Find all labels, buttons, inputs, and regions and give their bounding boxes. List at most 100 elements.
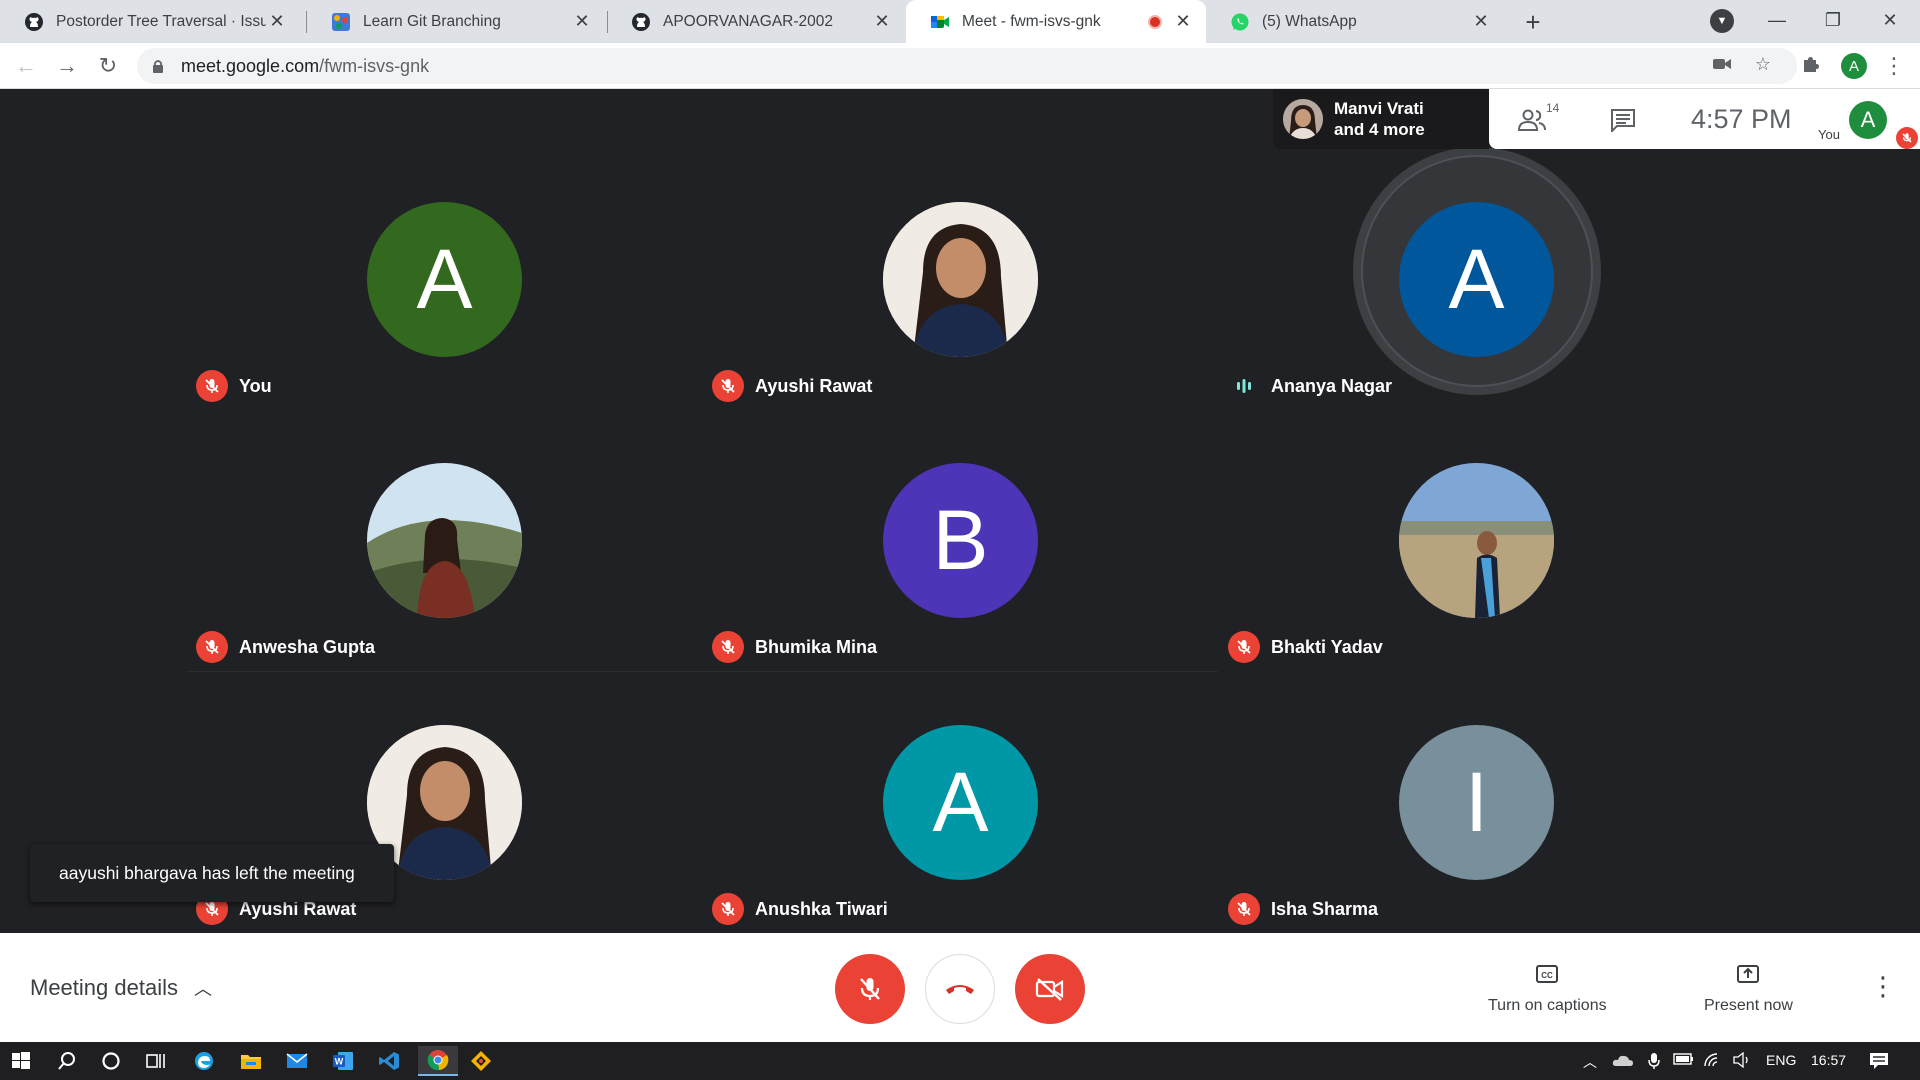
microphone-tray-icon[interactable] (1647, 1052, 1661, 1073)
wifi-icon[interactable] (1703, 1052, 1723, 1071)
meet-icon (930, 12, 950, 32)
chrome-icon[interactable] (418, 1046, 458, 1076)
tray-overflow-chevron-icon[interactable]: ︿ (1583, 1052, 1597, 1072)
participant-name: Ananya Nagar (1271, 375, 1393, 396)
minimize-icon[interactable]: — (1749, 0, 1805, 40)
tab-title: (5) WhatsApp (1262, 12, 1357, 30)
chevron-up-icon: ︿ (193, 979, 212, 999)
participant-photo (367, 463, 522, 618)
tab-title: Postorder Tree Traversal · Issue # (56, 12, 266, 30)
present-now-button[interactable]: Present now (1704, 961, 1793, 1015)
presenter-photo (1283, 99, 1323, 139)
git-kraken-icon[interactable] (465, 1046, 497, 1076)
people-icon[interactable] (1515, 103, 1549, 137)
close-icon[interactable]: ✕ (1172, 11, 1194, 33)
participant-tile[interactable]: I Isha Sharma (1218, 672, 1734, 933)
back-icon[interactable]: ← (10, 50, 42, 82)
microphone-toggle-button[interactable] (835, 954, 905, 1024)
self-avatar[interactable]: A (1849, 101, 1887, 139)
tab-title: Learn Git Branching (363, 12, 501, 30)
mic-off-icon (712, 893, 744, 925)
tab-search-icon[interactable]: ▼ (1710, 9, 1734, 33)
participant-name-row: Anwesha Gupta (196, 631, 375, 663)
github-icon (24, 12, 44, 32)
bookmark-star-icon[interactable]: ☆ (1750, 51, 1776, 77)
file-explorer-icon[interactable] (235, 1046, 267, 1076)
restore-icon[interactable]: ❐ (1805, 0, 1861, 40)
edge-icon[interactable] (188, 1046, 220, 1076)
volume-icon[interactable] (1732, 1051, 1752, 1071)
participant-tile[interactable]: Bhakti Yadav (1218, 410, 1734, 671)
url-domain: meet.google.com (181, 55, 320, 76)
tab-whatsapp[interactable]: (5) WhatsApp ✕ (1206, 0, 1504, 43)
extensions-puzzle-icon[interactable] (1798, 51, 1824, 77)
action-center-icon[interactable] (1869, 1052, 1889, 1073)
onedrive-icon[interactable] (1612, 1052, 1634, 1071)
reload-icon[interactable]: ↻ (92, 50, 124, 82)
word-icon[interactable]: W (327, 1046, 359, 1076)
close-icon[interactable]: ✕ (266, 11, 288, 33)
forward-icon[interactable]: → (51, 50, 83, 82)
meeting-notification-toast: aayushi bhargava has left the meeting (30, 844, 394, 902)
windows-start-icon[interactable] (5, 1046, 37, 1076)
battery-icon[interactable] (1673, 1052, 1695, 1069)
chat-icon[interactable] (1606, 103, 1640, 137)
close-icon[interactable]: ✕ (571, 11, 593, 33)
git-branching-icon (331, 12, 351, 32)
cortana-icon[interactable] (95, 1046, 127, 1076)
mic-off-icon (860, 978, 880, 1000)
tab-meet[interactable]: Meet - fwm-isvs-gnk ✕ (906, 0, 1206, 43)
mail-icon[interactable] (281, 1046, 313, 1076)
participant-tile[interactable]: A Anushka Tiwari (702, 672, 1218, 933)
input-language[interactable]: ENG (1766, 1052, 1796, 1068)
participant-name: Bhakti Yadav (1271, 636, 1383, 657)
tab-postorder-traversal[interactable]: Postorder Tree Traversal · Issue # ✕ (0, 0, 300, 43)
participant-avatar: B (883, 463, 1038, 618)
participant-tile[interactable]: B Bhumika Mina (702, 410, 1218, 671)
camera-in-use-icon[interactable] (1709, 51, 1735, 77)
participant-tile[interactable]: A You (186, 149, 702, 410)
captions-button[interactable]: CC Turn on captions (1488, 961, 1607, 1015)
close-icon[interactable]: ✕ (871, 11, 893, 33)
participant-grid: A You Ayushi Rawat A Ananya Nagar Anwesh… (186, 147, 1734, 933)
browser-tab-strip: Postorder Tree Traversal · Issue # ✕ Lea… (0, 0, 1920, 43)
meet-stage: A You Ayushi Rawat A Ananya Nagar Anwesh… (0, 89, 1920, 933)
tab-apoorvanagar[interactable]: APOORVANAGAR-2002 ✕ (607, 0, 905, 43)
participant-name-row: Bhumika Mina (712, 631, 877, 663)
meet-control-bar: Meeting details ︿ CC Turn on captions Pr… (0, 933, 1920, 1042)
search-icon[interactable] (51, 1046, 83, 1076)
tab-title: APOORVANAGAR-2002 (663, 12, 833, 30)
mic-off-icon (712, 631, 744, 663)
participant-tile[interactable]: Ayushi Rawat (702, 149, 1218, 410)
presenting-participants-chip[interactable]: Manvi Vrati and 4 more (1273, 89, 1489, 149)
system-clock[interactable]: 16:57 (1811, 1052, 1846, 1068)
task-view-icon[interactable] (140, 1046, 172, 1076)
address-bar[interactable]: meet.google.com/fwm-isvs-gnk (137, 48, 1797, 84)
mic-off-icon (1228, 631, 1260, 663)
browser-profile-avatar[interactable]: A (1841, 53, 1867, 79)
participant-photo (883, 202, 1038, 357)
participant-avatar: I (1399, 725, 1554, 880)
camera-toggle-button[interactable] (1015, 954, 1085, 1024)
close-window-icon[interactable]: ✕ (1862, 0, 1918, 40)
vscode-icon[interactable] (373, 1046, 405, 1076)
participant-tile[interactable]: A Ananya Nagar (1218, 149, 1734, 410)
meeting-details-button[interactable]: Meeting details ︿ (30, 975, 212, 1001)
participant-name: Ayushi Rawat (755, 375, 873, 396)
participant-tile[interactable]: Anwesha Gupta (186, 410, 702, 671)
mic-off-icon (1228, 893, 1260, 925)
leave-call-button[interactable] (925, 954, 995, 1024)
tab-learn-git-branching[interactable]: Learn Git Branching ✕ (307, 0, 605, 43)
github-icon (631, 12, 651, 32)
captions-label: Turn on captions (1488, 997, 1607, 1014)
new-tab-button[interactable]: + (1518, 7, 1548, 37)
participant-name-row: Ananya Nagar (1228, 370, 1392, 402)
lock-icon (153, 60, 163, 73)
participant-name-row: Bhakti Yadav (1228, 631, 1383, 663)
browser-menu-icon[interactable]: ⋮ (1883, 51, 1905, 81)
participant-name-row: Anushka Tiwari (712, 893, 888, 925)
self-mic-off-icon (1896, 127, 1918, 149)
more-options-icon[interactable]: ⋮ (1870, 971, 1896, 1002)
participant-name-row: Isha Sharma (1228, 893, 1378, 925)
close-icon[interactable]: ✕ (1470, 11, 1492, 33)
